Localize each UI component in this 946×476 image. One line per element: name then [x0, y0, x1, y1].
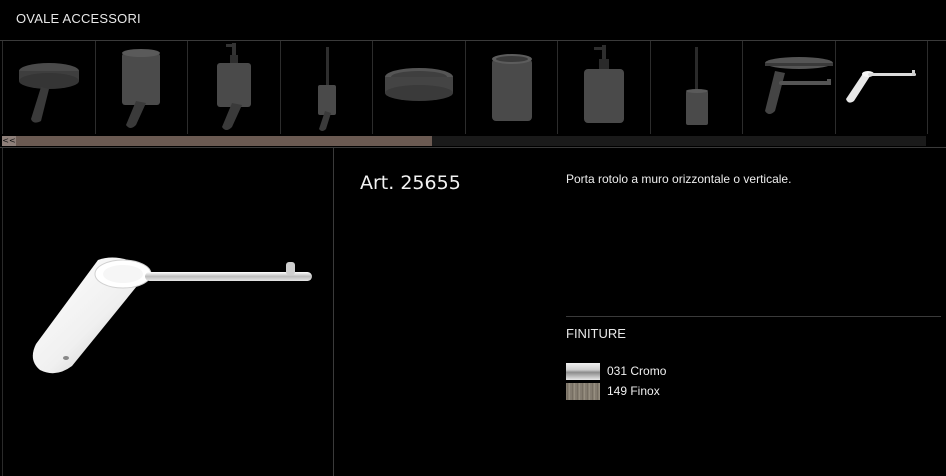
- shelf-holder-icon: [765, 57, 833, 114]
- finish-swatch[interactable]: [566, 362, 600, 380]
- thumbnail-toilet-brush-standing[interactable]: [649, 41, 743, 134]
- thumbnail-strip: [2, 41, 928, 134]
- soap-dispenser-icon: [217, 43, 251, 130]
- product-image: [32, 257, 312, 374]
- soap-dispenser-standing-icon: [584, 45, 624, 123]
- thumbnail-shelf-holder[interactable]: [742, 41, 835, 134]
- divider: [566, 316, 941, 317]
- thumbnail-soap-dispenser[interactable]: [187, 41, 280, 134]
- thumbnail-tumbler-holder[interactable]: [94, 41, 188, 134]
- finish-option-finox[interactable]: 149 Finox: [566, 381, 660, 401]
- thumbnail-paper-holder[interactable]: [834, 41, 928, 134]
- toilet-brush-icon: [317, 47, 336, 131]
- thumbnail-tumbler-standing[interactable]: [464, 41, 558, 134]
- soap-dish-standing-icon: [385, 68, 453, 101]
- tumbler-holder-icon: [121, 49, 160, 128]
- scroll-left-button[interactable]: <<: [2, 136, 16, 146]
- header-bar: OVALE ACCESSORI: [0, 0, 946, 41]
- finish-option-cromo[interactable]: 031 Cromo: [566, 361, 666, 381]
- finish-swatch[interactable]: [566, 382, 600, 400]
- finishes-label: FINITURE: [566, 326, 626, 341]
- article-number: Art. 25655: [360, 172, 461, 194]
- thumbnail-soap-dish[interactable]: [2, 41, 95, 134]
- thumbnail-scrollbar[interactable]: <<: [2, 136, 926, 146]
- thumbnail-toilet-brush[interactable]: [279, 41, 373, 134]
- soap-dish-icon: [19, 63, 79, 123]
- thumbnail-soap-dispenser-standing[interactable]: [557, 41, 650, 134]
- product-description: Porta rotolo a muro orizzontale o vertic…: [566, 172, 792, 186]
- collection-title: OVALE ACCESSORI: [16, 11, 141, 26]
- toilet-brush-standing-icon: [685, 47, 708, 125]
- tumbler-standing-icon: [491, 54, 532, 121]
- thumbnail-soap-dish-standing[interactable]: [372, 41, 465, 134]
- divider: [333, 148, 334, 476]
- paper-holder-icon: [845, 70, 916, 103]
- scrollbar-thumb[interactable]: [16, 136, 432, 146]
- finish-label: 031 Cromo: [607, 364, 667, 378]
- finish-label: 149 Finox: [607, 384, 660, 398]
